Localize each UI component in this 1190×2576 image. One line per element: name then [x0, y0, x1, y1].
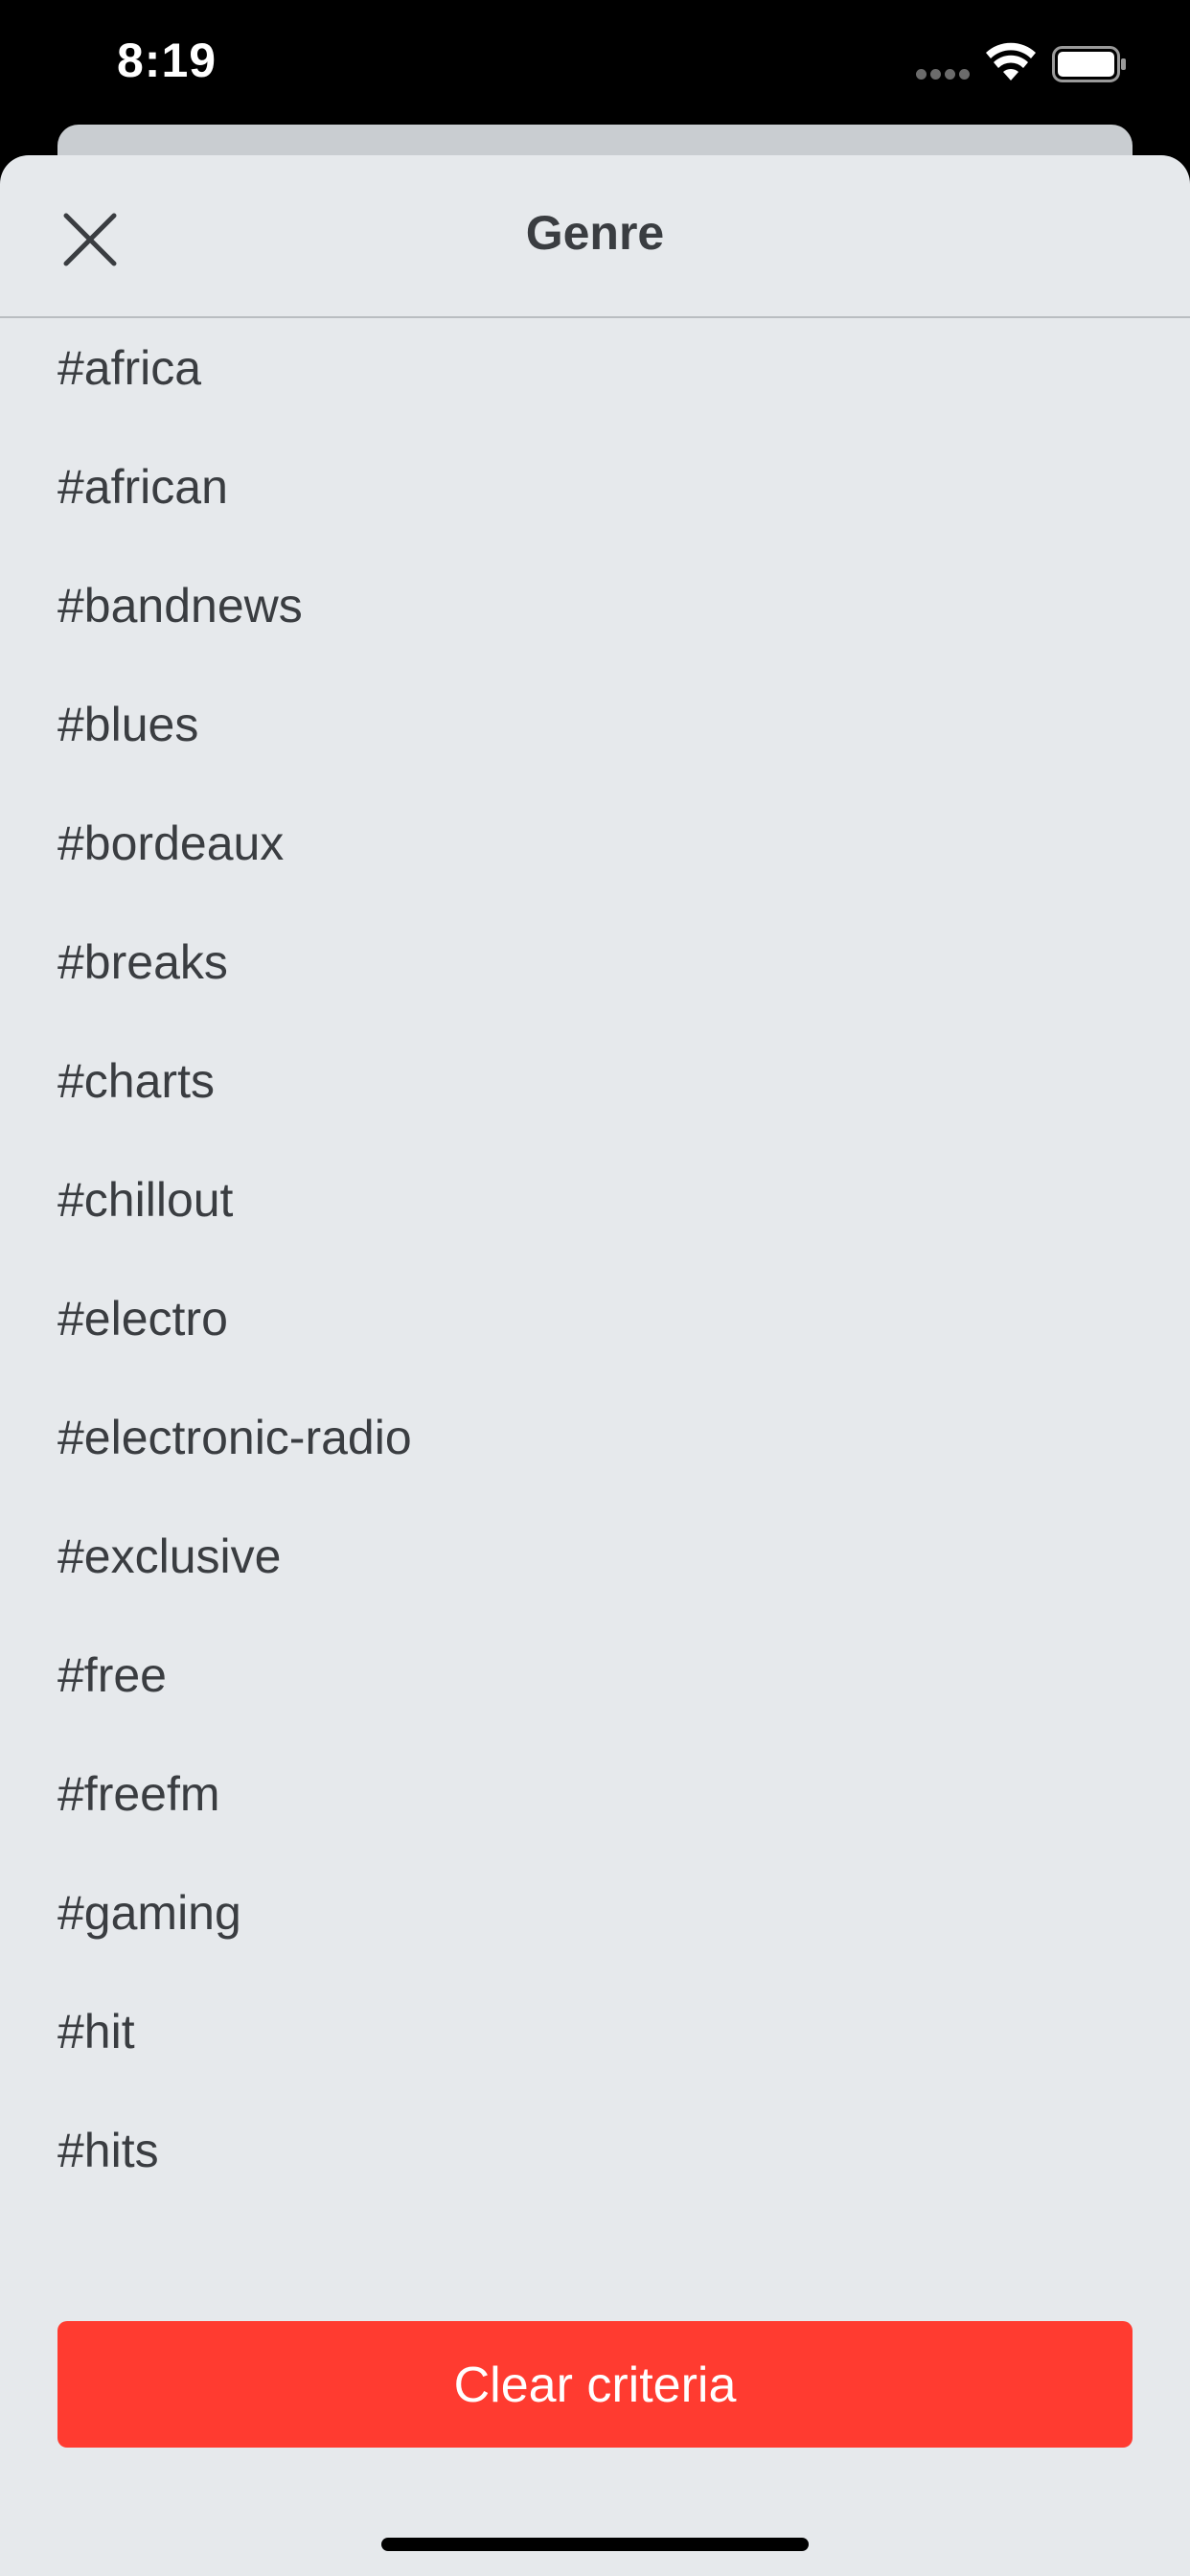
genre-item-hits[interactable]: #hits [0, 2093, 1190, 2220]
genre-sheet: Genre #africa #african #bandnews #blues … [0, 155, 1190, 2576]
status-bar: 8:19 [0, 0, 1190, 126]
genre-list: #africa #african #bandnews #blues #borde… [0, 318, 1190, 2455]
genre-item-freefm[interactable]: #freefm [0, 1736, 1190, 1863]
genre-item-african[interactable]: #african [0, 429, 1190, 556]
genre-item-electronic-radio[interactable]: #electronic-radio [0, 1380, 1190, 1506]
genre-item-charts[interactable]: #charts [0, 1024, 1190, 1150]
clear-criteria-button[interactable]: Clear criteria [57, 2321, 1133, 2448]
genre-item-blues[interactable]: #blues [0, 667, 1190, 794]
genre-item-africa[interactable]: #africa [0, 318, 1190, 437]
wifi-icon [986, 42, 1036, 80]
genre-item-exclusive[interactable]: #exclusive [0, 1499, 1190, 1625]
sheet-title: Genre [525, 206, 665, 260]
sheet-header: Genre [0, 155, 1190, 318]
battery-icon [1052, 46, 1126, 82]
genre-item-gaming[interactable]: #gaming [0, 1855, 1190, 1982]
genre-item-breaks[interactable]: #breaks [0, 905, 1190, 1031]
genre-item-electro[interactable]: #electro [0, 1261, 1190, 1388]
home-indicator[interactable] [381, 2538, 809, 2551]
genre-item-chillout[interactable]: #chillout [0, 1142, 1190, 1269]
genre-item-bordeaux[interactable]: #bordeaux [0, 786, 1190, 912]
status-time: 8:19 [117, 34, 217, 87]
genre-item-hit[interactable]: #hit [0, 1974, 1190, 2101]
genre-item-free[interactable]: #free [0, 1618, 1190, 1744]
signal-dots-icon [916, 69, 970, 82]
genre-item-bandnews[interactable]: #bandnews [0, 548, 1190, 675]
